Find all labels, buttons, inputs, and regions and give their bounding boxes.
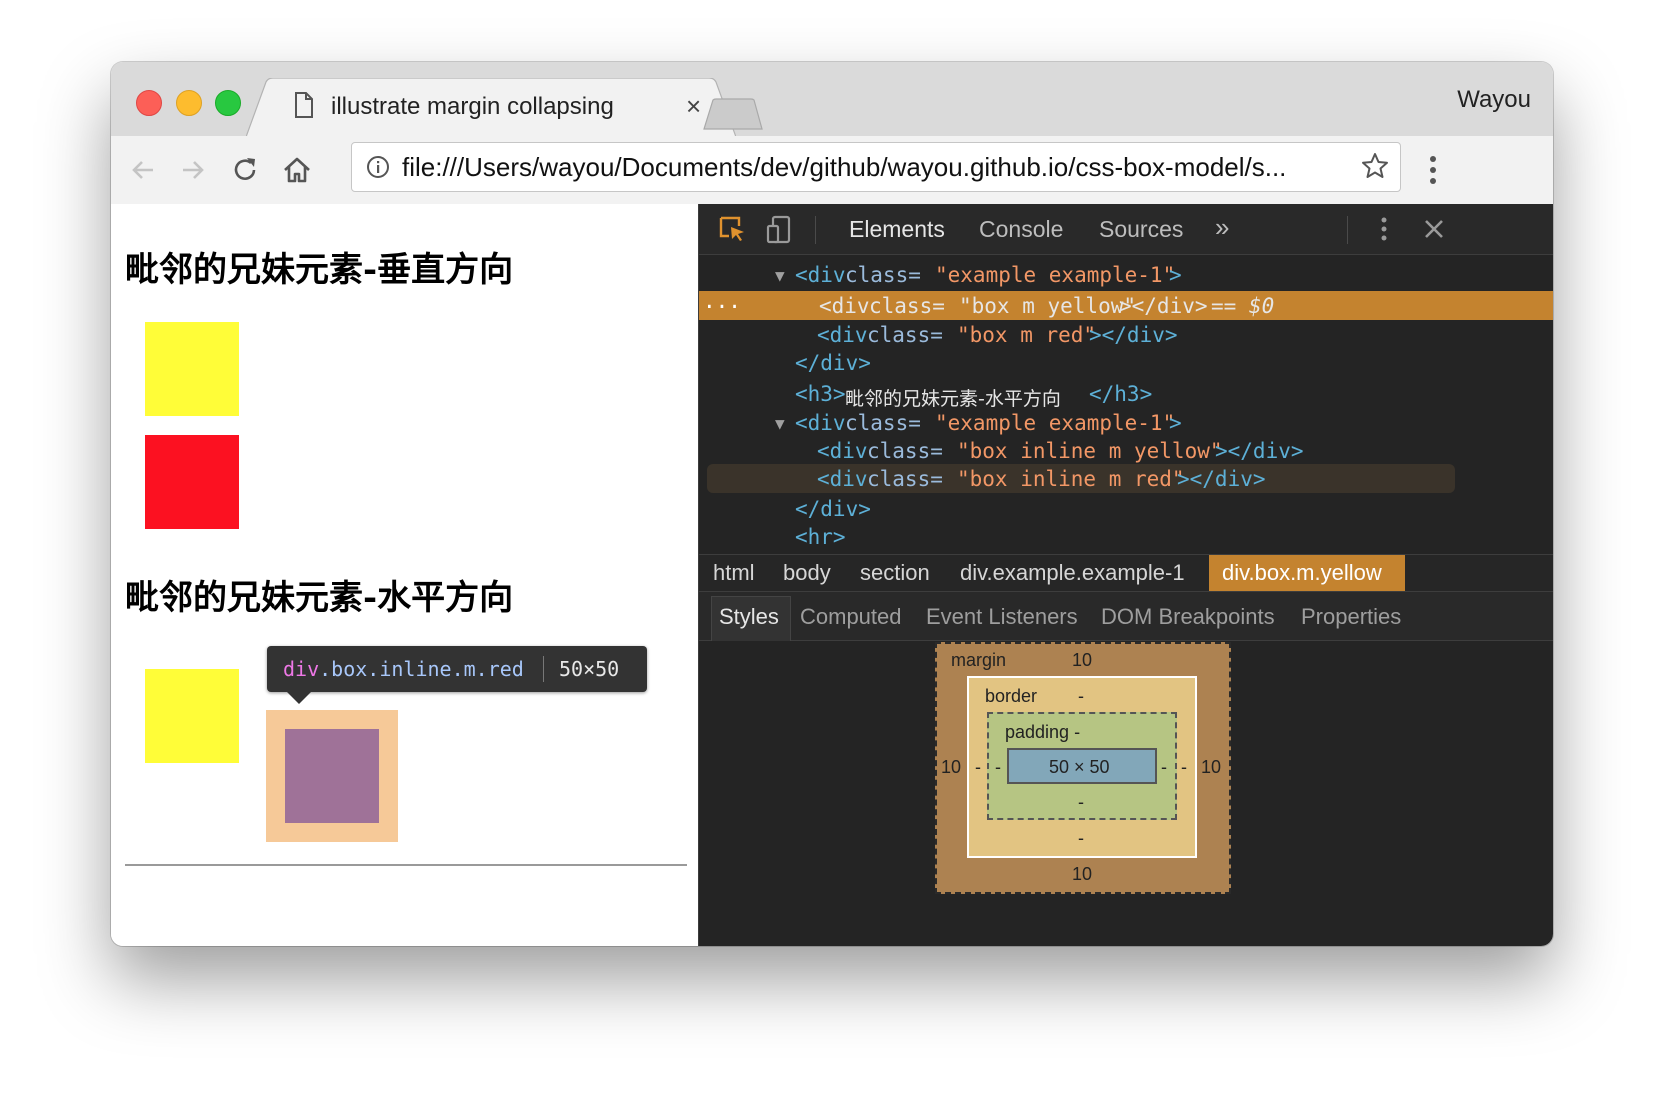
red-box-horizontal-highlighted[interactable]: [285, 729, 379, 823]
dom-node[interactable]: <h3> 毗邻的兄妹元素-水平方向 </h3>: [699, 379, 1553, 410]
inspect-element-icon[interactable]: [717, 214, 747, 244]
breadcrumb-item-selected[interactable]: div.box.m.yellow: [1222, 560, 1382, 586]
content-size-value[interactable]: 50 × 50: [1049, 757, 1110, 778]
toolbar-divider: [1347, 216, 1348, 244]
url-text[interactable]: file:///Users/wayou/Documents/dev/github…: [402, 152, 1286, 183]
margin-top-value[interactable]: 10: [1072, 650, 1092, 671]
dom-node[interactable]: <hr>: [699, 522, 1553, 551]
tab-title: illustrate margin collapsing: [331, 93, 614, 120]
breadcrumb-item-html[interactable]: html: [713, 560, 755, 586]
dom-node-hovered[interactable]: <div class= "box inline m red" ></div>: [707, 464, 1455, 493]
node-actions-icon[interactable]: ...: [703, 289, 741, 313]
red-box-vertical: [145, 435, 239, 529]
inspector-tooltip: div.box.inline.m.red 50×50: [267, 646, 647, 692]
forward-arrow-icon[interactable]: [177, 154, 209, 186]
border-top-value[interactable]: -: [1078, 686, 1084, 707]
border-left-value[interactable]: -: [975, 757, 981, 778]
margin-bottom-value[interactable]: 10: [1072, 864, 1092, 885]
more-tabs-icon[interactable]: »: [1215, 212, 1229, 243]
dom-node[interactable]: <div class= "box inline m yellow" ></div…: [699, 436, 1553, 465]
tooltip-divider: [543, 656, 544, 682]
dom-node[interactable]: <div class= "box m red" ></div>: [699, 320, 1553, 349]
margin-right-value[interactable]: 10: [1201, 757, 1221, 778]
zoom-window-button[interactable]: [215, 90, 241, 116]
tab-dom-breakpoints[interactable]: DOM Breakpoints: [1101, 604, 1275, 630]
tab-properties[interactable]: Properties: [1301, 604, 1401, 630]
minimize-window-button[interactable]: [176, 90, 202, 116]
device-toolbar-icon[interactable]: [765, 214, 795, 244]
browser-window: illustrate margin collapsing × Wayou fil…: [111, 62, 1553, 946]
tab-styles[interactable]: Styles: [719, 604, 779, 630]
dom-node-selected[interactable]: ... <div class= "box m yellow" ></div> =…: [699, 289, 1553, 320]
yellow-box-horizontal: [145, 669, 239, 763]
tab-close-icon[interactable]: ×: [686, 91, 701, 122]
border-label: border: [985, 686, 1038, 706]
heading-vertical: 毗邻的兄妹元素-垂直方向: [125, 250, 514, 290]
devtools-toolbar: Elements Console Sources »: [699, 204, 1553, 255]
padding-bottom-value[interactable]: -: [1078, 792, 1084, 813]
page-icon: [295, 92, 313, 118]
reload-icon[interactable]: [229, 154, 261, 186]
margin-left-value[interactable]: 10: [941, 757, 961, 778]
dom-node[interactable]: </div>: [699, 494, 1553, 523]
yellow-box-vertical: [145, 322, 239, 416]
tab-event-listeners[interactable]: Event Listeners: [926, 604, 1078, 630]
breadcrumb-item-body[interactable]: body: [783, 560, 831, 586]
tab-console[interactable]: Console: [979, 216, 1063, 243]
address-bar[interactable]: file:///Users/wayou/Documents/dev/github…: [351, 142, 1401, 192]
info-icon[interactable]: [366, 155, 390, 179]
close-window-button[interactable]: [136, 90, 162, 116]
collapse-triangle-icon[interactable]: ▼: [775, 414, 785, 433]
border-right-value[interactable]: -: [1181, 757, 1187, 778]
tab-sources[interactable]: Sources: [1099, 216, 1183, 243]
dom-node[interactable]: ▼ <div class= "example example-1" >: [699, 260, 1553, 289]
breadcrumb-item-section[interactable]: section: [860, 560, 930, 586]
dom-tree: ▼ <div class= "example example-1" > ... …: [699, 254, 1553, 554]
browser-toolbar: file:///Users/wayou/Documents/dev/github…: [111, 136, 1553, 205]
tab-elements[interactable]: Elements: [849, 216, 945, 243]
tooltip-size: 50×50: [559, 657, 620, 681]
dom-node[interactable]: ▼ <div class= "example example-1" >: [699, 408, 1553, 437]
heading-horizontal: 毗邻的兄妹元素-水平方向: [125, 578, 514, 618]
home-icon[interactable]: [281, 154, 313, 186]
title-bar: illustrate margin collapsing × Wayou: [111, 62, 1553, 137]
padding-right-value[interactable]: -: [1161, 757, 1167, 778]
styles-subtabs: Styles Computed Event Listeners DOM Brea…: [699, 592, 1553, 641]
devtools-menu-icon[interactable]: [1369, 214, 1399, 244]
dom-node[interactable]: </div>: [699, 348, 1553, 377]
devtools-panel: Elements Console Sources » ▼ <div class=…: [698, 204, 1553, 946]
padding-left-value[interactable]: -: [995, 757, 1001, 778]
bookmark-star-icon[interactable]: [1360, 151, 1390, 181]
tooltip-arrow: [287, 692, 311, 704]
tooltip-selector: div.box.inline.m.red: [283, 657, 524, 681]
padding-label: padding -: [1005, 722, 1081, 742]
page-viewport: 毗邻的兄妹元素-垂直方向 毗邻的兄妹元素-水平方向 div.box.inline…: [111, 204, 698, 946]
collapse-triangle-icon[interactable]: ▼: [775, 266, 785, 285]
toolbar-divider: [815, 216, 816, 244]
breadcrumb-item-example[interactable]: div.example.example-1: [960, 560, 1185, 586]
tab-computed[interactable]: Computed: [800, 604, 902, 630]
horizontal-rule: [125, 864, 687, 866]
border-bottom-value[interactable]: -: [1078, 828, 1084, 849]
browser-menu-icon[interactable]: [1429, 154, 1437, 186]
profile-name[interactable]: Wayou: [1457, 86, 1531, 114]
new-tab-button[interactable]: [703, 98, 763, 130]
back-arrow-icon[interactable]: [127, 154, 159, 186]
margin-label: margin: [951, 650, 1007, 670]
devtools-close-icon[interactable]: [1419, 214, 1449, 244]
breadcrumb: html body section div.example.example-1 …: [699, 554, 1553, 592]
